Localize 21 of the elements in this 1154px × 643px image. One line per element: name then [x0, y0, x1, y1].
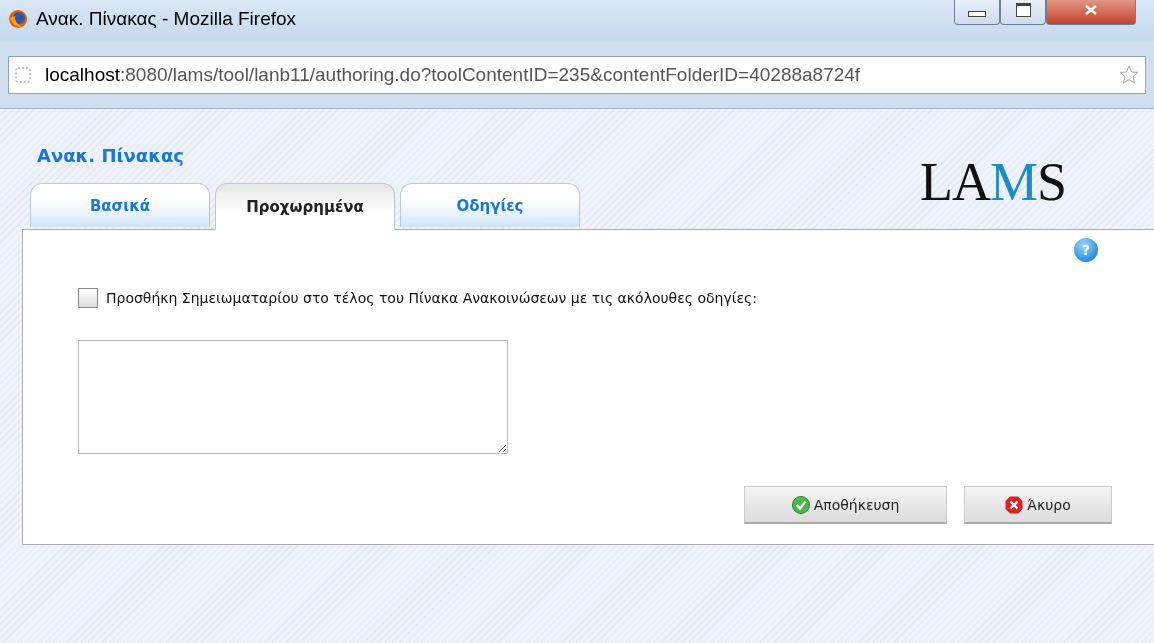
url-text: localhost:8080/lams/tool/lanb11/authoring.do?toolContentID=235&contentFolderID=40288a8724f [45, 64, 862, 86]
save-button[interactable]: Αποθήκευση [744, 486, 947, 524]
star-icon[interactable] [1119, 65, 1139, 85]
tab[interactable]: Βασικά [30, 183, 210, 227]
checkbox[interactable] [78, 288, 98, 308]
tab[interactable]: Οδηγίες [400, 183, 580, 227]
browser-logo-icon [8, 9, 28, 29]
page-heading: Ανακ. Πίνακας [37, 145, 185, 166]
address-field[interactable]: localhost:8080/lams/tool/lanb11/authoring.do?toolContentID=235&contentFolderID=40288a8724f [8, 56, 1146, 94]
close-button[interactable] [1046, 0, 1136, 25]
check-circle-icon [791, 495, 810, 514]
minimize-button[interactable] [954, 0, 1000, 25]
page-icon [15, 67, 31, 83]
close-octagon-icon [1005, 495, 1024, 514]
window-title: Ανακ. Πίνακας - Mozilla Firefox [36, 8, 297, 30]
lams-logo: LAMS [920, 151, 1067, 213]
cancel-button[interactable]: Άκυρο [964, 486, 1112, 524]
tab[interactable]: Προχωρημένα [215, 183, 395, 230]
close-icon [1084, 4, 1098, 16]
checkbox-label: Προσθήκη Σημειωματαρίου στο τέλος του Πίνακα Ανακοινώσεων με τις ακόλουθες οδηγίες: [106, 290, 757, 306]
maximize-button[interactable] [1000, 0, 1046, 25]
